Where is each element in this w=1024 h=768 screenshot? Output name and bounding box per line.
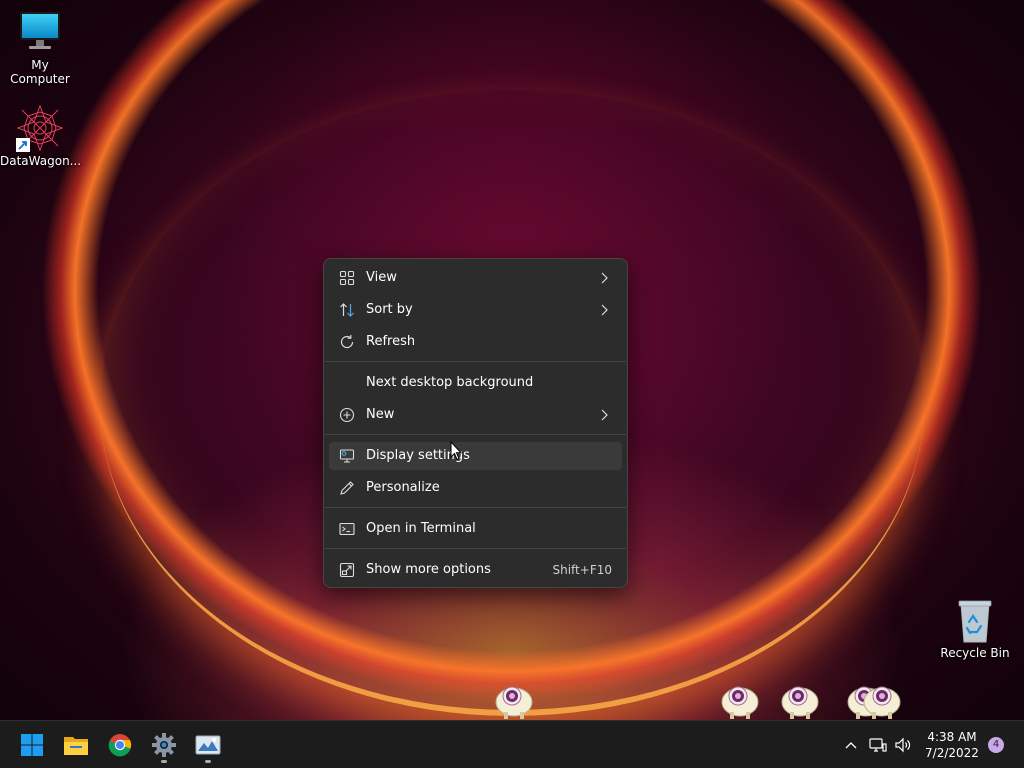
menu-item-refresh[interactable]: Refresh <box>329 328 622 356</box>
menu-item-sort-by[interactable]: Sort by <box>329 296 622 324</box>
desktop-wallpaper[interactable]: My Computer DataWagon... Recycle Bin Vie… <box>0 0 1024 720</box>
chevron-right-icon <box>596 407 612 423</box>
grid-view-icon <box>339 270 355 286</box>
chevron-right-icon <box>596 270 612 286</box>
sheep-pet-icon[interactable] <box>492 680 536 720</box>
chrome-icon <box>104 734 136 765</box>
menu-item-new[interactable]: New <box>329 401 622 429</box>
refresh-icon <box>339 334 355 350</box>
volume-button[interactable] <box>893 735 913 755</box>
desktop-icon-my-computer[interactable]: My Computer <box>0 8 80 86</box>
taskbar-image-viewer[interactable] <box>192 729 224 763</box>
start-button[interactable] <box>16 729 48 761</box>
chevron-up-icon <box>841 740 861 759</box>
menu-item-label: Show more options <box>366 562 491 577</box>
running-indicator <box>161 760 167 763</box>
menu-item-label: Open in Terminal <box>366 521 476 536</box>
network-button[interactable] <box>868 735 888 755</box>
menu-item-label: New <box>366 407 395 422</box>
menu-separator <box>325 434 626 435</box>
windows-start-icon <box>16 734 48 765</box>
desktop-icon-datawagon[interactable]: DataWagon... <box>0 104 82 168</box>
menu-item-label: Refresh <box>366 334 416 349</box>
datawagon-shortcut-icon <box>16 104 64 152</box>
clock-time: 4:38 AM <box>927 730 977 744</box>
menu-separator <box>325 361 626 362</box>
display-settings-icon <box>339 448 355 464</box>
sheep-pet-icon[interactable] <box>860 680 904 720</box>
menu-item-next-desktop-background[interactable]: Next desktop background <box>329 369 622 397</box>
desktop-icon-label: My Computer <box>10 58 70 86</box>
show-more-icon <box>339 562 355 578</box>
chevron-right-icon <box>596 302 612 318</box>
sort-icon <box>339 302 355 318</box>
menu-item-view[interactable]: View <box>329 264 622 292</box>
keyboard-shortcut: Shift+F10 <box>552 563 612 577</box>
menu-item-personalize[interactable]: Personalize <box>329 474 622 502</box>
folder-icon <box>60 737 92 765</box>
running-indicator <box>205 760 211 763</box>
mouse-cursor-icon <box>450 440 463 461</box>
taskbar-chrome[interactable] <box>104 729 136 761</box>
plus-circle-icon <box>339 407 355 423</box>
recycle-bin-icon <box>951 596 999 644</box>
notification-badge[interactable]: 4 <box>988 737 1004 753</box>
menu-separator <box>325 548 626 549</box>
taskbar: 4:38 AM 7/2/2022 4 <box>0 720 1024 768</box>
menu-item-label: Personalize <box>366 480 440 495</box>
volume-icon <box>893 737 913 759</box>
menu-item-show-more-options[interactable]: Show more options Shift+F10 <box>329 556 622 584</box>
desktop-icon-label: DataWagon... <box>0 154 82 168</box>
clock-date: 7/2/2022 <box>925 746 979 760</box>
network-icon <box>868 738 888 759</box>
menu-separator <box>325 507 626 508</box>
menu-item-display-settings[interactable]: Display settings <box>329 442 622 470</box>
desktop-context-menu: View Sort by Refresh Next desktop backgr… <box>323 258 628 588</box>
terminal-icon <box>339 521 355 537</box>
taskbar-settings[interactable] <box>148 729 180 763</box>
taskbar-file-explorer[interactable] <box>60 729 92 761</box>
menu-item-label: Next desktop background <box>366 375 534 390</box>
desktop-icon-label: Recycle Bin <box>940 646 1010 660</box>
menu-item-label: Sort by <box>366 302 413 317</box>
menu-item-label: View <box>366 270 397 285</box>
monitor-icon <box>16 8 64 56</box>
sheep-pet-icon[interactable] <box>718 680 762 720</box>
clock-button[interactable]: 4:38 AM 7/2/2022 <box>920 729 984 761</box>
sheep-pet-icon[interactable] <box>778 680 822 720</box>
show-hidden-icons-button[interactable] <box>841 735 861 755</box>
menu-item-open-in-terminal[interactable]: Open in Terminal <box>329 515 622 543</box>
pencil-icon <box>339 480 355 496</box>
desktop-icon-recycle-bin[interactable]: Recycle Bin <box>935 596 1015 660</box>
